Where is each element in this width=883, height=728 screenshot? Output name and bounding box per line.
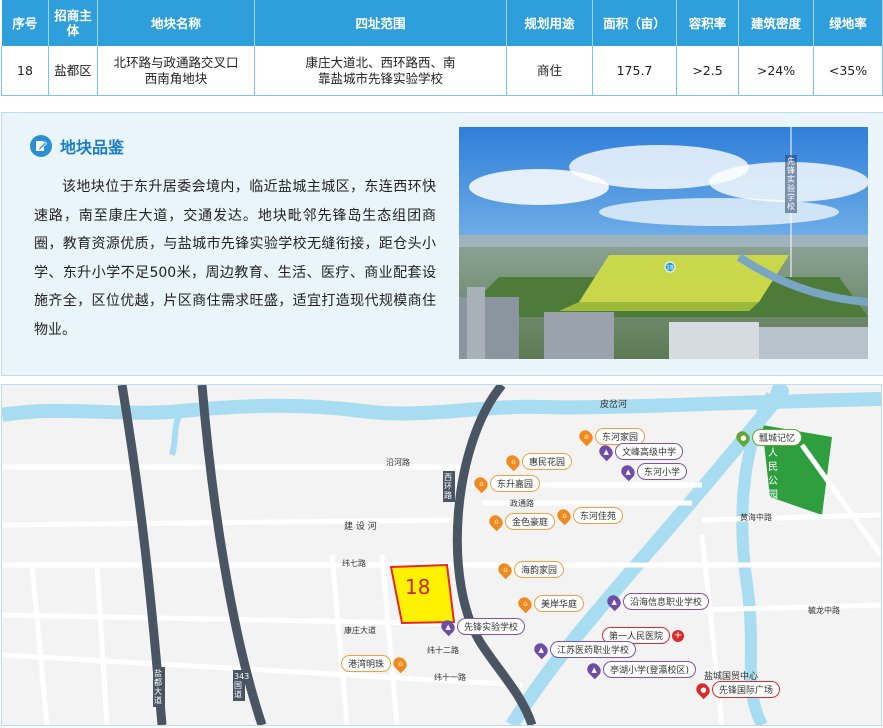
poi-jiangsu-yiyao[interactable]: ▲ 江苏医药职业学校 [531,640,637,659]
home-icon: ⌂ [471,474,491,493]
header-green: 绿地率 [813,0,883,46]
header-density: 建筑密度 [738,0,814,46]
edit-note-icon [30,135,52,157]
road-label-huanghai: 黄海中路 [740,513,772,522]
table-row: 18 盐都区 北环路与政通路交叉口西南角地块 康庄大道北、西环路西、南靠盐城市先… [1,46,883,96]
header-bounds: 四址范围 [254,0,507,46]
location-map[interactable]: 皮岔河 沿河路 建 设 河 纬七路 康庄大道 纬十二路 纬十一路 政通路 黄海中… [1,384,882,726]
aerial-photo: 18 先锋实验学校 [459,127,868,359]
poi-donghe2[interactable]: ⌂ 东河佳苑 [554,506,624,525]
poi-jinse[interactable]: ⌂ 金色豪庭 [486,512,556,531]
cell-bounds: 康庄大道北、西环路西、南靠盐城市先锋实验学校 [254,46,507,96]
road-label-g343: 343国道 [233,670,250,701]
school-icon: ▲ [596,442,616,461]
photo-vertical-label: 先锋实验学校 [785,155,797,213]
school-icon: ▲ [531,640,551,659]
photo-pin-label: 18 [666,265,674,272]
road-label-yulong: 毓龙中路 [808,606,840,615]
park-label: 人 民 公 园 [768,448,778,501]
poi-yanchengjiyi[interactable]: ● 瓢城记忆 [733,428,803,447]
poi-yanhai[interactable]: ▲ 沿海信息职业学校 [604,592,710,611]
cell-no: 18 [1,46,49,96]
cell-density: >24% [738,46,814,96]
land-appraisal-panel: 地块品鉴 该地块位于东升居委会境内，临近盐城主城区，东连西环快速路，南至康庄大道… [1,112,883,376]
header-use: 规划用途 [506,0,593,46]
cell-name: 北环路与政通路交叉口西南角地块 [97,46,255,96]
landmark-icon: ● [733,428,753,447]
poi-xianfeng-school[interactable]: ▲ 先锋实验学校 [438,617,526,636]
road-label-xihuanlu: 西环路 [443,471,455,502]
header-name: 地块名称 [97,0,255,46]
road-label-pitaihe: 皮岔河 [600,400,628,410]
school-icon: ▲ [618,462,638,481]
poi-huimin[interactable]: ⌂ 惠民花园 [503,452,573,471]
parcel-18[interactable]: 18 [405,575,430,599]
poi-xianfeng-plaza[interactable]: ● 先锋国际广场 [693,680,781,699]
panel-description: 该地块位于东升居委会境内，临近盐城主城区，东连西环快速路，南至康庄大道，交通发达… [34,179,436,338]
cell-subject: 盐都区 [48,46,98,96]
home-icon: ⌂ [576,427,596,446]
location-pin-icon: ● [693,680,713,699]
road-label-yanduroad: 盐都大道 [153,667,165,707]
cell-use: 商住 [506,46,593,96]
road-label-kangzhuang: 康庄大道 [344,626,376,635]
road-label-weishiyi: 纬十一路 [434,673,466,682]
road-label-weiqilu: 纬七路 [342,559,366,568]
panel-title: 地块品鉴 [30,134,124,158]
home-icon: ⌂ [554,506,574,525]
header-far: 容积率 [676,0,739,46]
home-icon: ⌂ [503,452,523,471]
school-icon: ▲ [604,592,624,611]
poi-dongsheng[interactable]: ⌂ 东升嘉园 [471,474,541,493]
cell-area: 175.7 [592,46,677,96]
table-header-row: 序号 招商主体 地块名称 四址范围 规划用途 面积（亩） 容积率 建筑密度 绿地… [1,0,883,46]
poi-tinghu[interactable]: ▲ 亭湖小学(登瀛校区) [584,660,697,679]
home-icon: ⌂ [515,594,535,613]
home-icon: ⌂ [495,560,515,579]
land-info-table: 序号 招商主体 地块名称 四址范围 规划用途 面积（亩） 容积率 建筑密度 绿地… [1,0,883,96]
hospital-cross-icon: + [672,629,685,642]
poi-ganwan[interactable]: 港湾明珠 ⌂ [341,654,410,673]
home-icon: ⌂ [486,512,506,531]
school-icon: ▲ [438,617,458,636]
poi-wenfeng[interactable]: ▲ 文峰高级中学 [596,442,684,461]
road-label-yanhelu: 沿河路 [386,458,410,467]
panel-title-text: 地块品鉴 [60,138,125,157]
poi-meian[interactable]: ⌂ 美岸华庭 [515,594,585,613]
poi-donghe-xiaoxue[interactable]: ▲ 东河小学 [618,462,688,481]
header-area: 面积（亩） [592,0,677,46]
school-icon: ▲ [584,660,604,679]
road-label-weishier: 纬十二路 [427,646,459,655]
road-label-zhengtonglu: 政通路 [510,499,534,508]
cell-green: <35% [813,46,883,96]
road-label-jianshehe: 建 设 河 [344,522,377,532]
poi-haiyun[interactable]: ⌂ 海韵家园 [495,560,565,579]
header-no: 序号 [1,0,49,46]
header-subject: 招商主体 [48,0,98,46]
cell-far: >2.5 [676,46,739,96]
